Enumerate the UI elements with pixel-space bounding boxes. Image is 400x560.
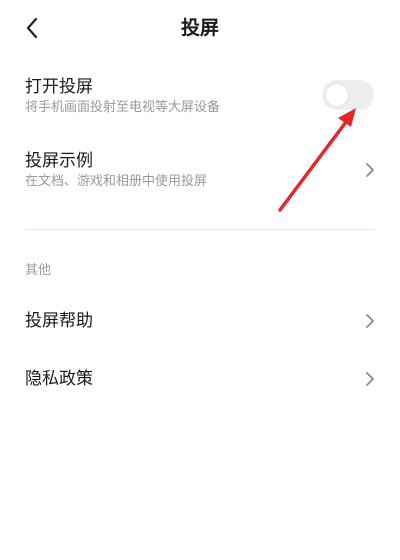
cast-toggle-switch[interactable] bbox=[322, 80, 374, 110]
chevron-right-icon bbox=[366, 163, 374, 177]
privacy-policy-row[interactable]: 隐私政策 bbox=[0, 360, 400, 400]
privacy-policy-label: 隐私政策 bbox=[25, 369, 93, 389]
page-title: 投屏 bbox=[180, 17, 219, 39]
header: 投屏 bbox=[0, 0, 400, 56]
cast-settings-screen: 投屏 打开投屏 将手机画面投射至电视等大屏设备 投屏示例 在文档、游戏和相册中使… bbox=[0, 0, 400, 560]
section-label-other: 其他 bbox=[25, 263, 52, 278]
cast-toggle-subtitle: 将手机画面投射至电视等大屏设备 bbox=[25, 100, 221, 115]
cast-toggle-title: 打开投屏 bbox=[25, 77, 93, 97]
cast-examples-subtitle: 在文档、游戏和相册中使用投屏 bbox=[25, 174, 208, 189]
cast-examples-title: 投屏示例 bbox=[25, 151, 93, 171]
toggle-knob bbox=[326, 84, 348, 106]
section-divider bbox=[25, 229, 375, 230]
cast-help-row[interactable]: 投屏帮助 bbox=[0, 302, 400, 342]
chevron-right-icon bbox=[366, 372, 374, 386]
chevron-right-icon bbox=[366, 314, 374, 328]
cast-help-label: 投屏帮助 bbox=[25, 311, 93, 331]
cast-examples-row[interactable]: 投屏示例 在文档、游戏和相册中使用投屏 bbox=[0, 146, 400, 196]
